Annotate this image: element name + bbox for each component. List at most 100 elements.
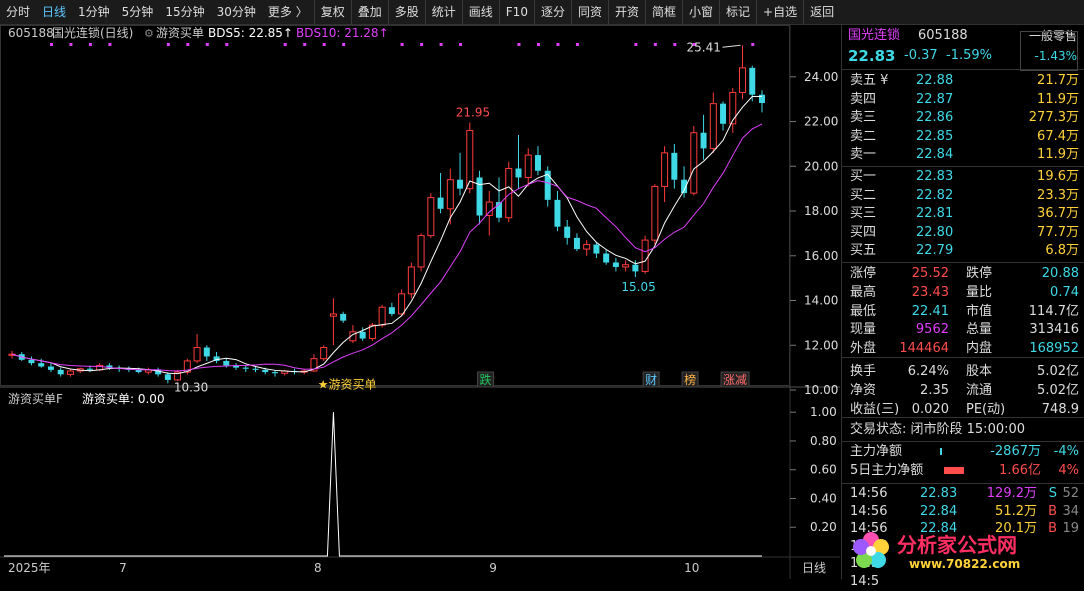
signal-dot xyxy=(108,43,112,46)
candle-down xyxy=(252,368,259,370)
bds10-line xyxy=(11,123,763,372)
f10-button[interactable]: F10 xyxy=(498,0,534,24)
stat-value: 313416 xyxy=(1029,322,1079,338)
stat-value: 23.43 xyxy=(911,284,949,300)
toolbar: 分时 日线 1分钟 5分钟 15分钟 30分钟 更多 〉复权 叠加 多股 统计 画线 F10 逐分 同资开… xyxy=(0,0,1084,25)
signal-dot xyxy=(556,43,560,46)
divider xyxy=(842,417,1084,418)
sub-tick-label: 0.20 xyxy=(810,520,837,534)
sub-indicator-name: 游资买单F xyxy=(8,392,63,406)
stat-label: 量比 xyxy=(966,284,993,300)
candle-up xyxy=(651,185,659,241)
mark-button[interactable]: 标记 xyxy=(719,0,756,24)
bds5-line xyxy=(11,95,763,375)
overlay-button[interactable]: 叠加 xyxy=(350,0,388,24)
candle-up xyxy=(583,244,591,250)
money-flow-pct: 4% xyxy=(1058,463,1079,478)
fuquan-button[interactable]: 复权 xyxy=(313,0,351,24)
money-flow-label: 5日主力净额 xyxy=(850,463,924,478)
candle-down xyxy=(573,237,580,250)
ask-label: 卖二 xyxy=(850,128,877,144)
ask-volume: 67.4万 xyxy=(1037,128,1079,144)
candle-down xyxy=(700,132,707,149)
signal-dot xyxy=(225,43,229,46)
stock-code: 605188 xyxy=(918,28,968,43)
bid-price: 22.82 xyxy=(916,187,954,203)
top-price-label: 25.41 xyxy=(687,40,721,54)
stat-label: 净资 xyxy=(850,382,877,398)
draw-button[interactable]: 画线 xyxy=(461,0,499,24)
stock-name: 国光连锁 xyxy=(848,28,901,43)
bid-volume: 23.3万 xyxy=(1037,187,1079,203)
candle-down xyxy=(359,331,366,339)
tab-15min[interactable]: 15分钟 xyxy=(159,0,210,24)
money-flow-value: 1.66亿 xyxy=(999,463,1041,478)
tab-30min[interactable]: 30分钟 xyxy=(211,0,262,24)
zhufen-button[interactable]: 逐分 xyxy=(533,0,571,24)
tab-5min[interactable]: 5分钟 xyxy=(116,0,160,24)
bid-row: 买三 22.81 36.7万 xyxy=(842,205,1084,223)
stat-value: 25.52 xyxy=(911,266,949,281)
more-button[interactable]: 更多 〉 xyxy=(262,0,314,24)
candle-up xyxy=(690,132,698,194)
candle-down xyxy=(223,360,230,366)
ask-row: 卖三 22.86 277.3万 xyxy=(842,109,1084,127)
candle-up xyxy=(407,266,415,295)
signal-dot xyxy=(322,43,326,46)
ask-price: 22.86 xyxy=(916,110,954,125)
stat-row: 收益(三) 0.020 PE(动) 748.9 xyxy=(842,401,1084,419)
bid-volume: 36.7万 xyxy=(1037,206,1079,221)
stat-row: 净资 2.35 流通 5.02亿 xyxy=(842,382,1084,400)
stat-label: 跌停 xyxy=(966,266,993,281)
signal-dot xyxy=(303,43,307,46)
add-watchlist-button[interactable]: +自选 xyxy=(756,0,803,24)
bid-label: 买五 xyxy=(850,243,877,258)
stat-label: 市值 xyxy=(966,303,993,319)
candle-up xyxy=(729,91,737,125)
chart-canvas: 605188国光连锁(日线) 游资买单 BDS5: 22.85↑ BDS10: 21.… xyxy=(0,25,840,579)
signal-dot xyxy=(166,43,170,46)
mini-window-button[interactable]: 小窗 xyxy=(682,0,719,24)
stat-row: 最高 23.43 量比 0.74 xyxy=(842,284,1084,302)
stat-label: 总量 xyxy=(966,322,993,338)
tab-fenshi[interactable]: 分时 xyxy=(0,0,36,24)
multi-stock-button[interactable]: 多股 xyxy=(387,0,425,24)
buy-signal-label: ★游资买单 xyxy=(318,377,377,391)
stat-label: 外盘 xyxy=(850,341,877,357)
candle-up xyxy=(524,154,532,178)
kline-chart[interactable]: 605188 国光连锁(日线) 游资买单 BDS5: 22.85↑ BDS10: 21.… xyxy=(0,25,840,579)
candle-down xyxy=(476,177,483,216)
tab-daily[interactable]: 日线 xyxy=(36,0,72,24)
stats-button[interactable]: 统计 xyxy=(424,0,462,24)
event-tag: 榜 xyxy=(684,372,696,387)
price-tick-label: 14.00 xyxy=(804,294,838,308)
candle-down xyxy=(632,264,639,272)
kaizi-button[interactable]: 开资 xyxy=(607,0,645,24)
watermark-url: www.70822.com xyxy=(909,557,1021,571)
signal-dot xyxy=(49,43,53,46)
candle-down xyxy=(720,103,727,124)
back-button[interactable]: 返回 xyxy=(803,0,840,24)
tick-volume: 51.2万 xyxy=(995,503,1037,519)
bid-price: 22.80 xyxy=(916,224,954,240)
tab-1min[interactable]: 1分钟 xyxy=(72,0,116,24)
stat-label: 最高 xyxy=(850,284,877,300)
signal-dot xyxy=(536,43,540,46)
tongzi-button[interactable]: 同资 xyxy=(570,0,608,24)
frame-button[interactable]: 简框 xyxy=(645,0,682,24)
candle-down xyxy=(57,369,64,375)
trade-status-text: 交易状态: 闭市阶段 15:00:00 xyxy=(850,422,1026,437)
money-flow-value: -2867万 xyxy=(990,444,1041,459)
bid-label: 买四 xyxy=(850,224,877,240)
ask-label: 卖四 xyxy=(850,91,877,107)
tick-time: 14:56 xyxy=(850,503,888,519)
candle-up xyxy=(466,129,474,190)
bds10-label: BDS10: 21.28↑ xyxy=(296,26,389,40)
signal-dot xyxy=(283,43,287,46)
sector-box[interactable] xyxy=(1020,31,1078,71)
stat-value: 2.35 xyxy=(920,382,949,398)
ask-volume: 277.3万 xyxy=(1028,110,1079,125)
tick-side: S xyxy=(1048,486,1057,501)
ask-volume: 11.9万 xyxy=(1037,91,1079,107)
stat-value: 20.88 xyxy=(1041,266,1079,281)
